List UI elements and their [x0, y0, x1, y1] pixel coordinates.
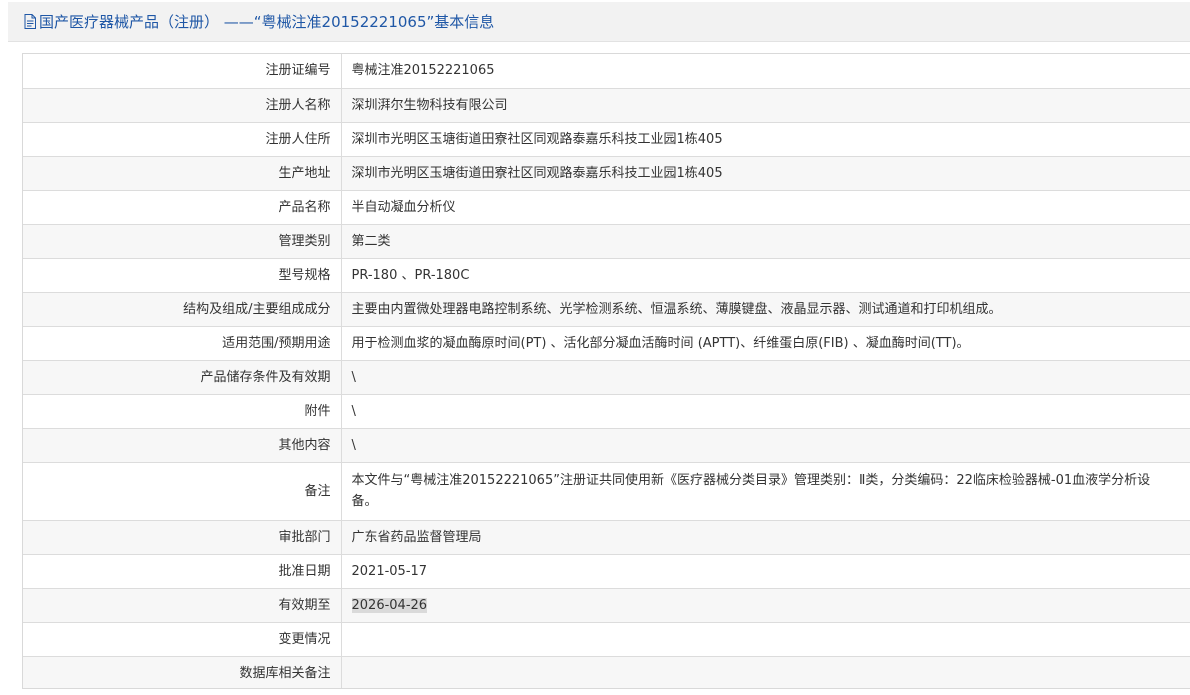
document-icon	[24, 14, 36, 29]
table-row: 生产地址 深圳市光明区玉塘街道田寮社区同观路泰嘉乐科技工业园1栋405	[23, 156, 1190, 191]
row-label: 批准日期	[23, 554, 342, 589]
row-label: 变更情况	[23, 622, 342, 657]
table-row: 备注 本文件与“粤械注准20152221065”注册证共同使用新《医疗器械分类目…	[23, 462, 1190, 521]
row-label: 产品储存条件及有效期	[23, 360, 342, 395]
table-row: 注册人住所 深圳市光明区玉塘街道田寮社区同观路泰嘉乐科技工业园1栋405	[23, 122, 1190, 157]
table-row: 型号规格 PR-180 、PR-180C	[23, 258, 1190, 293]
page-title: 国产医疗器械产品（注册） ——“粤械注准20152221065”基本信息	[39, 13, 495, 31]
row-value: 用于检测血浆的凝血酶原时间(PT) 、活化部分凝血活酶时间 (APTT)、纤维蛋…	[341, 326, 1190, 361]
row-value	[341, 622, 1190, 657]
row-value: \	[341, 394, 1190, 429]
row-label: 型号规格	[23, 258, 342, 293]
table-row: 其他内容 \	[23, 428, 1190, 463]
table-row: 结构及组成/主要组成成分 主要由内置微处理器电路控制系统、光学检测系统、恒温系统…	[23, 292, 1190, 327]
row-value: 半自动凝血分析仪	[341, 190, 1190, 225]
row-value: PR-180 、PR-180C	[341, 258, 1190, 293]
table-row: 注册证编号 粤械注准20152221065	[23, 54, 1190, 89]
row-label: 产品名称	[23, 190, 342, 225]
row-value: \	[341, 360, 1190, 395]
row-label: 其他内容	[23, 428, 342, 463]
info-table-container: 注册证编号 粤械注准20152221065 注册人名称 深圳湃尔生物科技有限公司…	[22, 53, 1190, 689]
row-label: 附件	[23, 394, 342, 429]
selected-text: 2026-04-26	[351, 597, 428, 613]
row-value: 主要由内置微处理器电路控制系统、光学检测系统、恒温系统、薄膜键盘、液晶显示器、测…	[341, 292, 1190, 327]
row-value	[341, 656, 1190, 688]
row-label: 注册人名称	[23, 88, 342, 123]
row-label: 注册证编号	[23, 54, 342, 89]
info-table: 注册证编号 粤械注准20152221065 注册人名称 深圳湃尔生物科技有限公司…	[23, 54, 1190, 688]
row-value: 粤械注准20152221065	[341, 54, 1190, 89]
row-label: 生产地址	[23, 156, 342, 191]
row-label: 备注	[23, 462, 342, 521]
row-value: 本文件与“粤械注准20152221065”注册证共同使用新《医疗器械分类目录》管…	[341, 462, 1190, 521]
table-row: 变更情况	[23, 622, 1190, 657]
row-value: 深圳湃尔生物科技有限公司	[341, 88, 1190, 123]
table-row: 审批部门 广东省药品监督管理局	[23, 520, 1190, 555]
table-row: 产品名称 半自动凝血分析仪	[23, 190, 1190, 225]
row-label: 审批部门	[23, 520, 342, 555]
table-row: 有效期至 2026-04-26	[23, 588, 1190, 623]
row-value: 深圳市光明区玉塘街道田寮社区同观路泰嘉乐科技工业园1栋405	[341, 122, 1190, 157]
row-value: 第二类	[341, 224, 1190, 259]
row-value: 2021-05-17	[341, 554, 1190, 589]
table-row: 管理类别 第二类	[23, 224, 1190, 259]
table-row: 数据库相关备注	[23, 656, 1190, 688]
row-label: 结构及组成/主要组成成分	[23, 292, 342, 327]
page-header: 国产医疗器械产品（注册） ——“粤械注准20152221065”基本信息	[8, 2, 1190, 42]
table-row: 注册人名称 深圳湃尔生物科技有限公司	[23, 88, 1190, 123]
table-row: 产品储存条件及有效期 \	[23, 360, 1190, 395]
table-row: 附件 \	[23, 394, 1190, 429]
row-label: 管理类别	[23, 224, 342, 259]
row-value: 2026-04-26	[341, 588, 1190, 623]
row-value: 深圳市光明区玉塘街道田寮社区同观路泰嘉乐科技工业园1栋405	[341, 156, 1190, 191]
table-row: 批准日期 2021-05-17	[23, 554, 1190, 589]
row-value: 广东省药品监督管理局	[341, 520, 1190, 555]
row-label: 有效期至	[23, 588, 342, 623]
row-label: 注册人住所	[23, 122, 342, 157]
row-label: 适用范围/预期用途	[23, 326, 342, 361]
table-row: 适用范围/预期用途 用于检测血浆的凝血酶原时间(PT) 、活化部分凝血活酶时间 …	[23, 326, 1190, 361]
row-label: 数据库相关备注	[23, 656, 342, 688]
row-value: \	[341, 428, 1190, 463]
